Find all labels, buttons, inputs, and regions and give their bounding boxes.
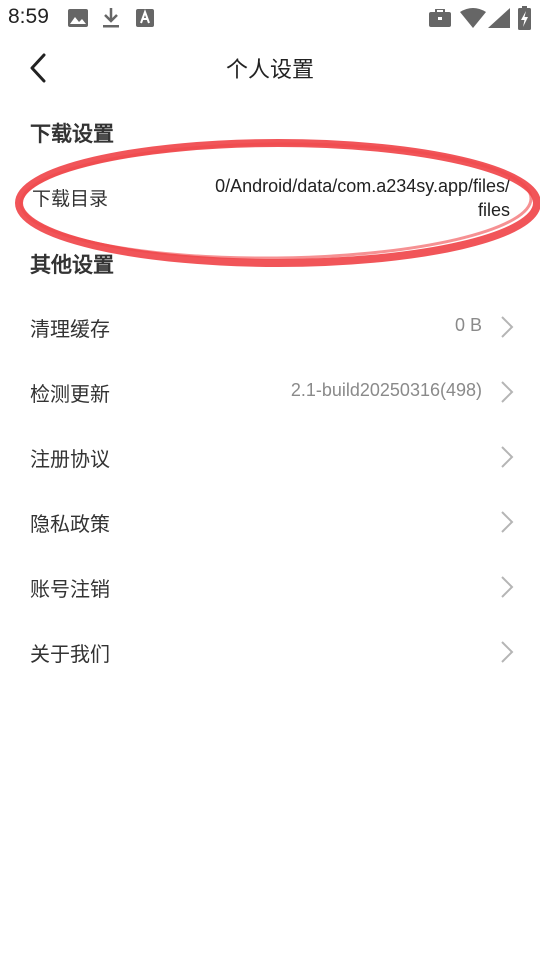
chevron-right-icon bbox=[501, 576, 514, 598]
settings-row-clear-cache[interactable]: 清理缓存 0 B bbox=[0, 295, 540, 359]
version-value: 2.1-build20250316(498) bbox=[290, 380, 482, 400]
page-title: 个人设置 bbox=[225, 58, 314, 83]
chevron-right-icon bbox=[501, 641, 514, 663]
download-directory-value-line2: files bbox=[477, 200, 510, 220]
cache-size-value: 0 B bbox=[454, 315, 482, 335]
row-label: 隐私政策 bbox=[30, 512, 110, 536]
download-directory-label: 下载目录 bbox=[32, 188, 109, 210]
status-time: 8:59 bbox=[8, 5, 49, 28]
settings-row-registration-agreement[interactable]: 注册协议 bbox=[0, 425, 540, 489]
section-title-other: 其他设置 bbox=[30, 253, 114, 277]
status-bar: 8:59 bbox=[0, 0, 540, 36]
download-directory-value-line1: 0/Android/data/com.a234sy.app/files/ bbox=[215, 176, 510, 196]
wifi-icon bbox=[460, 8, 486, 28]
image-icon bbox=[68, 9, 88, 27]
signal-icon bbox=[488, 8, 510, 28]
section-title-download: 下载设置 bbox=[30, 122, 114, 146]
download-icon bbox=[103, 8, 119, 28]
row-label: 检测更新 bbox=[30, 382, 110, 406]
briefcase-icon bbox=[429, 9, 451, 27]
a-icon bbox=[136, 9, 154, 27]
download-directory-value: 0/Android/data/com.a234sy.app/files/ fil… bbox=[150, 174, 510, 222]
settings-row-check-update[interactable]: 检测更新 2.1-build20250316(498) bbox=[0, 360, 540, 424]
settings-row-about-us[interactable]: 关于我们 bbox=[0, 620, 540, 684]
row-label: 注册协议 bbox=[30, 447, 110, 471]
chevron-right-icon bbox=[501, 511, 514, 533]
row-label: 清理缓存 bbox=[30, 317, 110, 341]
row-label: 账号注销 bbox=[30, 577, 110, 601]
row-label: 关于我们 bbox=[30, 642, 110, 666]
header: 个人设置 bbox=[0, 36, 540, 100]
chevron-right-icon bbox=[501, 316, 514, 338]
chevron-right-icon bbox=[501, 446, 514, 468]
battery-icon bbox=[518, 6, 531, 30]
download-directory-row[interactable]: 下载目录 0/Android/data/com.a234sy.app/files… bbox=[0, 168, 540, 230]
settings-row-account-deletion[interactable]: 账号注销 bbox=[0, 555, 540, 619]
settings-row-privacy-policy[interactable]: 隐私政策 bbox=[0, 490, 540, 554]
chevron-right-icon bbox=[501, 381, 514, 403]
